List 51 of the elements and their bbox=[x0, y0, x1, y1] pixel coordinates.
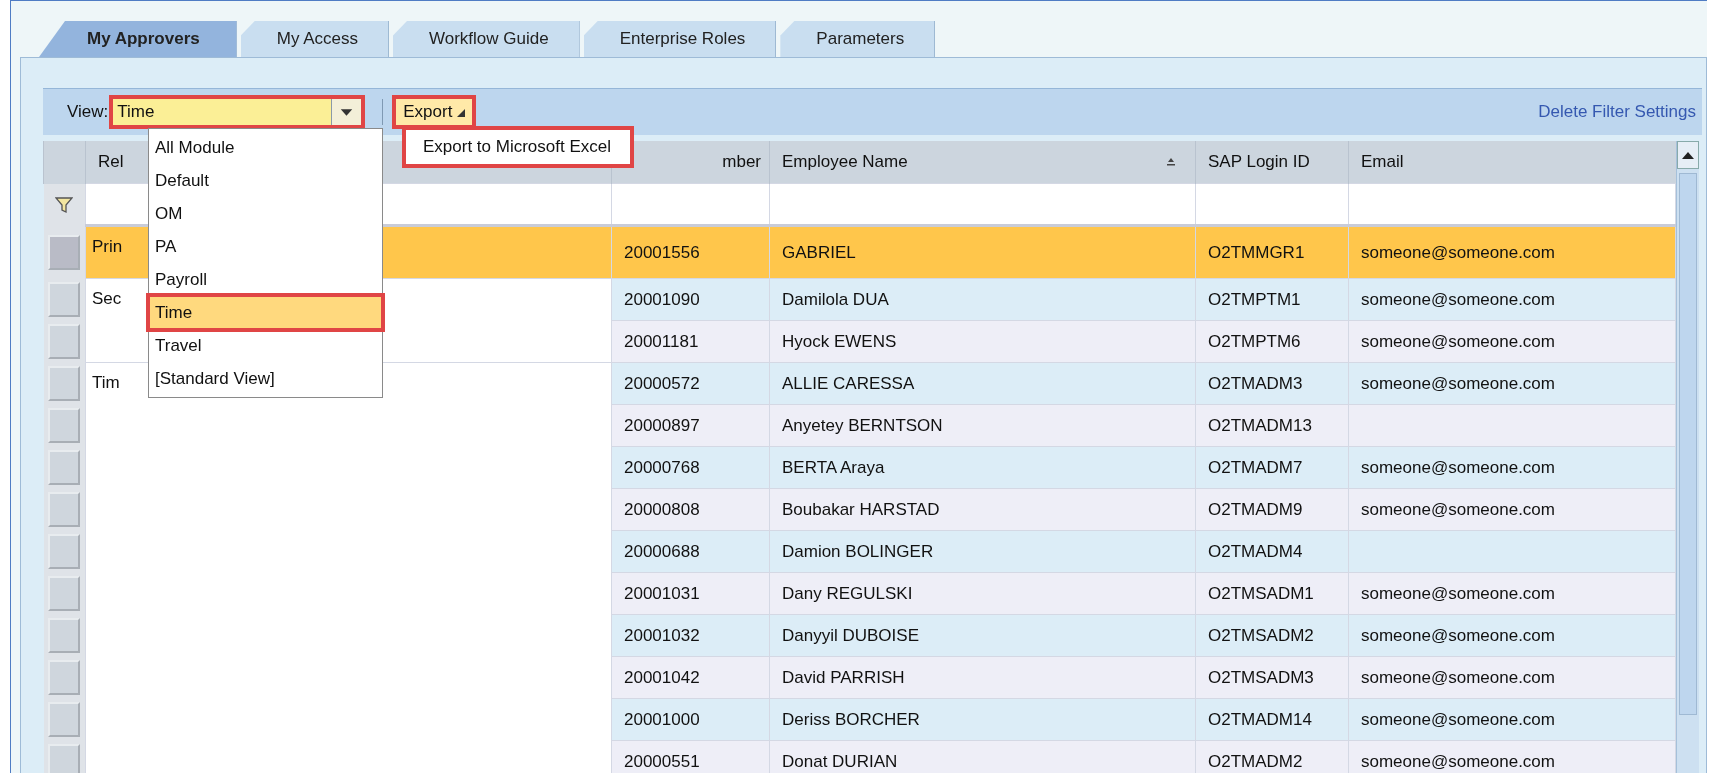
table-cell: 20001042 bbox=[611, 656, 770, 699]
table-cell: O2TMMGR1 bbox=[1195, 225, 1349, 279]
table-cell: O2TMADM4 bbox=[1195, 530, 1349, 573]
table-cell: O2TMSADM3 bbox=[1195, 656, 1349, 699]
table-cell: 20000551 bbox=[611, 740, 770, 773]
table-cell: Damilola DUA bbox=[769, 278, 1196, 321]
table-cell: someone@someone.com bbox=[1348, 572, 1676, 615]
table-cell: someone@someone.com bbox=[1348, 740, 1676, 773]
table-cell: 20001090 bbox=[611, 278, 770, 321]
table-cell: someone@someone.com bbox=[1348, 225, 1676, 279]
table-cell: 20001181 bbox=[611, 320, 770, 363]
table-cell: O2TMSADM2 bbox=[1195, 614, 1349, 657]
table-cell: O2TMPTM1 bbox=[1195, 278, 1349, 321]
table-cell: someone@someone.com bbox=[1348, 446, 1676, 489]
table-cell: someone@someone.com bbox=[1348, 362, 1676, 405]
table-cell: Danyyil DUBOISE bbox=[769, 614, 1196, 657]
table-cell: O2TMADM9 bbox=[1195, 488, 1349, 531]
table-cell: 20000897 bbox=[611, 404, 770, 447]
table-cell: Donat DURIAN bbox=[769, 740, 1196, 773]
table-cell: 20001556 bbox=[611, 225, 770, 279]
table-cell: BERTA Araya bbox=[769, 446, 1196, 489]
table-cell: Damion BOLINGER bbox=[769, 530, 1196, 573]
table-cell: someone@someone.com bbox=[1348, 698, 1676, 741]
table-cell: O2TMADM13 bbox=[1195, 404, 1349, 447]
table-cell: David PARRISH bbox=[769, 656, 1196, 699]
table-cell: 20000808 bbox=[611, 488, 770, 531]
table-cell: O2TMADM7 bbox=[1195, 446, 1349, 489]
table-cell: Dany REGULSKI bbox=[769, 572, 1196, 615]
table-cell: O2TMSADM1 bbox=[1195, 572, 1349, 615]
table-cell: someone@someone.com bbox=[1348, 614, 1676, 657]
table-cell: ALLIE CARESSA bbox=[769, 362, 1196, 405]
table-cell: O2TMADM3 bbox=[1195, 362, 1349, 405]
table-cell: someone@someone.com bbox=[1348, 656, 1676, 699]
table-cell: GABRIEL bbox=[769, 225, 1196, 279]
table-cell: 20001000 bbox=[611, 698, 770, 741]
table-cell: Hyock EWENS bbox=[769, 320, 1196, 363]
table-cell: O2TMADM2 bbox=[1195, 740, 1349, 773]
table-cell: someone@someone.com bbox=[1348, 488, 1676, 531]
table-cell: 20000768 bbox=[611, 446, 770, 489]
table-cell: Boubakar HARSTAD bbox=[769, 488, 1196, 531]
table-cell: 20000688 bbox=[611, 530, 770, 573]
table-cell: 20001032 bbox=[611, 614, 770, 657]
table-cell: Anyetey BERNTSON bbox=[769, 404, 1196, 447]
table-cell: O2TMADM14 bbox=[1195, 698, 1349, 741]
table-cell: Deriss BORCHER bbox=[769, 698, 1196, 741]
table-cell: someone@someone.com bbox=[1348, 320, 1676, 363]
view-label: View: bbox=[67, 102, 109, 122]
table-cell: 20001031 bbox=[611, 572, 770, 615]
table-cell: someone@someone.com bbox=[1348, 278, 1676, 321]
table-cell: O2TMPTM6 bbox=[1195, 320, 1349, 363]
table-cell: 20000572 bbox=[611, 362, 770, 405]
